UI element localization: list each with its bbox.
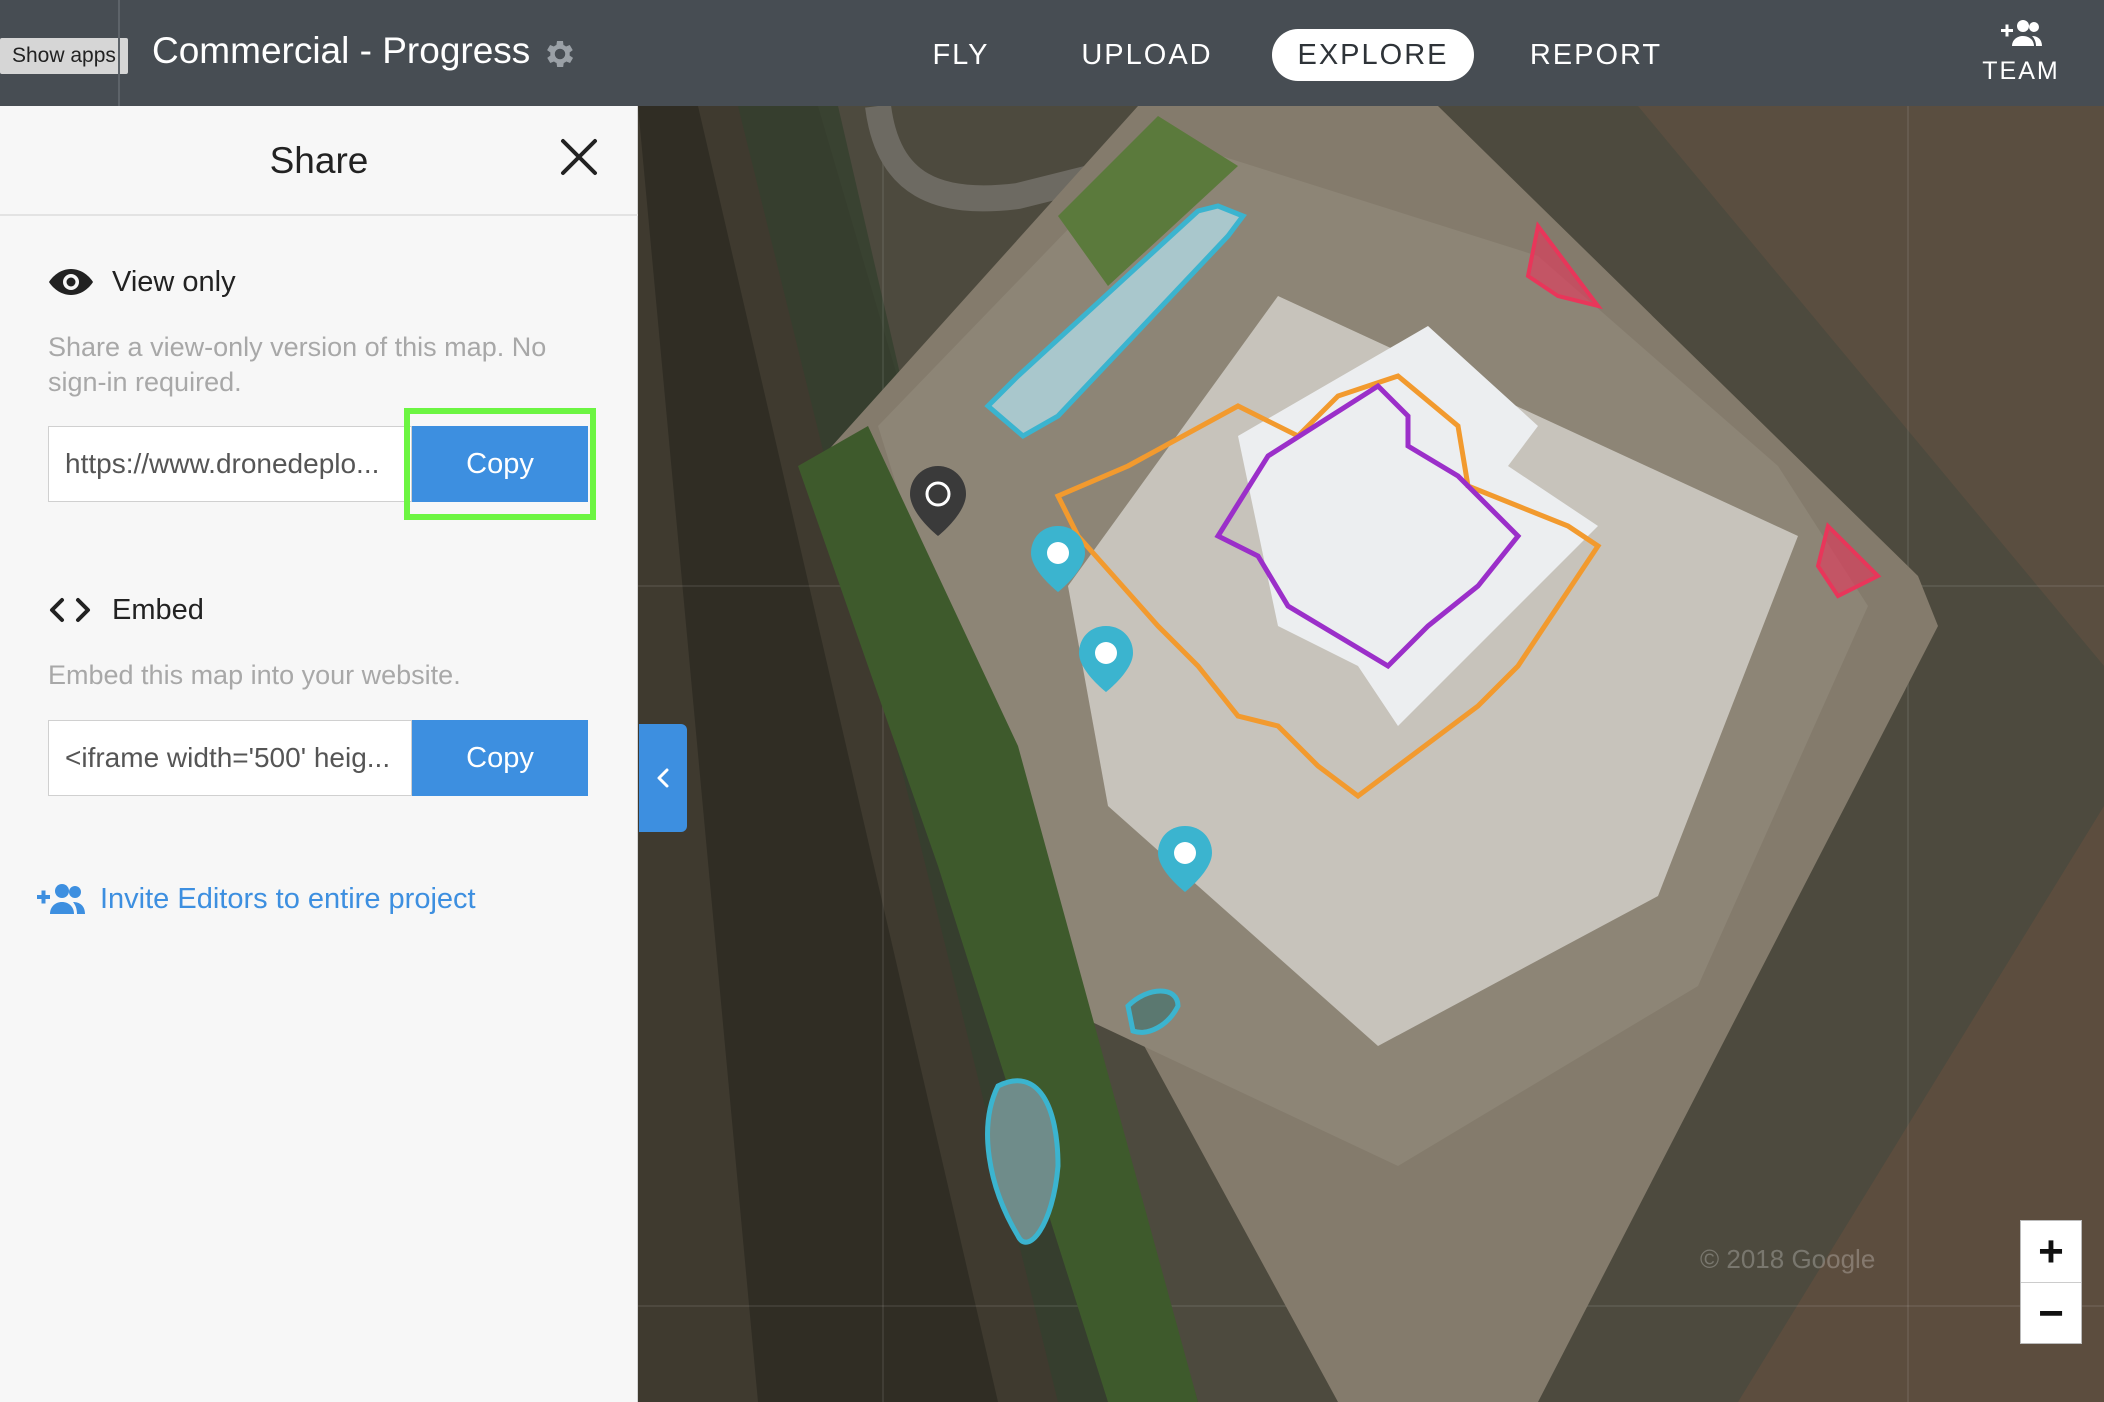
eye-icon xyxy=(48,262,96,302)
tab-upload[interactable]: UPLOAD xyxy=(1072,29,1222,81)
view-only-description: Share a view-only version of this map. N… xyxy=(48,332,547,397)
code-icon xyxy=(48,590,96,630)
project-title: Commercial - Progress xyxy=(152,30,531,71)
tab-fly[interactable]: FLY xyxy=(916,29,1006,81)
zoom-in-button[interactable]: + xyxy=(2021,1221,2081,1283)
embed-heading: Embed xyxy=(48,590,204,630)
team-button[interactable]: TEAM xyxy=(1966,18,2076,86)
top-bar: Show apps Commercial - Progress FLY UPLO… xyxy=(0,0,2104,106)
topbar-divider xyxy=(118,0,120,106)
tab-report[interactable]: REPORT xyxy=(1526,29,1666,81)
close-icon[interactable] xyxy=(558,136,600,178)
add-user-icon xyxy=(2001,20,2042,46)
zoom-out-button[interactable]: − xyxy=(2021,1283,2081,1344)
share-panel-title: Share xyxy=(269,140,369,181)
map-attribution: © 2018 Google xyxy=(1700,1244,1876,1274)
map-canvas xyxy=(638,106,2104,1402)
invite-editors-label: Invite Editors to entire project xyxy=(100,882,476,915)
share-panel-header: Share xyxy=(0,106,638,216)
add-users-icon xyxy=(36,882,86,916)
chevron-left-icon xyxy=(657,768,669,788)
show-apps-button[interactable]: Show apps xyxy=(0,38,128,74)
copy-button-highlight xyxy=(404,408,596,520)
view-only-heading: View only xyxy=(48,262,236,302)
embed-label: Embed xyxy=(112,593,204,626)
view-only-label: View only xyxy=(112,265,236,298)
copy-embed-code-button[interactable]: Copy xyxy=(412,720,588,796)
embed-code-field[interactable]: <iframe width='500' heig... xyxy=(48,720,412,796)
tab-explore[interactable]: EXPLORE xyxy=(1272,29,1474,81)
zoom-controls: + − xyxy=(2020,1220,2082,1344)
share-panel: Share View only Share a view-only versio… xyxy=(0,106,638,1402)
gear-icon[interactable] xyxy=(542,36,578,72)
collapse-panel-button[interactable] xyxy=(639,724,687,832)
view-only-link-field[interactable]: https://www.dronedeplo... xyxy=(48,426,412,502)
aerial-map[interactable]: © 2018 Google xyxy=(638,106,2104,1402)
embed-description: Embed this map into your website. xyxy=(48,660,461,690)
invite-editors-link[interactable]: Invite Editors to entire project xyxy=(36,882,476,916)
team-label: TEAM xyxy=(1982,57,2060,85)
